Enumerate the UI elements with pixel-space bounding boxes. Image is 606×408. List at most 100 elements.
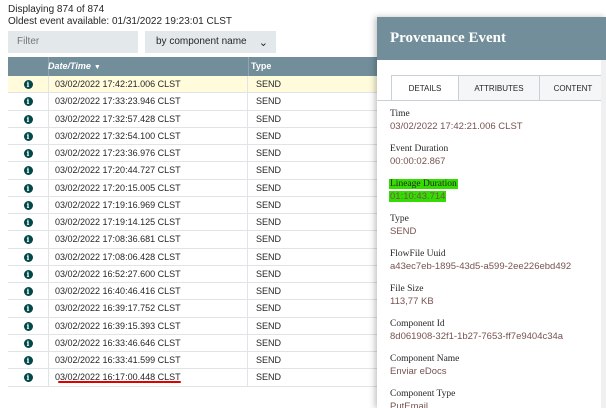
- detail-value: 01:10:43.714: [389, 191, 447, 202]
- info-icon-cell[interactable]: i: [8, 93, 48, 109]
- info-icon-cell[interactable]: i: [8, 352, 48, 368]
- cell-type: SEND: [256, 130, 282, 141]
- detail-value: 113,77 KB: [390, 296, 434, 307]
- info-icon-cell[interactable]: i: [8, 369, 48, 385]
- cell-type: SEND: [256, 199, 282, 210]
- cell-date: 03/02/2022 16:39:17.752 CLST: [48, 300, 248, 317]
- table-row[interactable]: i 03/02/2022 17:42:21.006 CLST SEND: [8, 76, 408, 94]
- cell-type: SEND: [256, 337, 282, 348]
- detail-value: PutEmail: [390, 401, 429, 408]
- cell-date: 03/02/2022 17:42:21.006 CLST: [48, 76, 248, 93]
- cell-type: SEND: [256, 113, 282, 124]
- detail-value: Enviar eDocs: [390, 366, 447, 377]
- info-icon[interactable]: i: [23, 149, 33, 158]
- dialog-scrollbar[interactable]: [601, 60, 606, 408]
- table-row[interactable]: i 03/02/2022 17:19:16.969 CLST SEND: [8, 196, 408, 214]
- info-icon-cell[interactable]: i: [8, 128, 48, 144]
- info-icon[interactable]: i: [23, 235, 33, 245]
- info-icon-cell[interactable]: i: [8, 180, 48, 196]
- info-icon-cell[interactable]: i: [8, 162, 48, 178]
- info-icon[interactable]: i: [23, 252, 33, 262]
- info-icon[interactable]: i: [23, 304, 33, 314]
- table-row[interactable]: i 03/02/2022 17:20:44.727 CLST SEND: [8, 162, 408, 180]
- table-row[interactable]: i 03/02/2022 17:32:54.100 CLST SEND: [8, 127, 408, 145]
- table-row[interactable]: i 03/02/2022 16:39:17.752 CLST SEND: [8, 300, 408, 318]
- detail-value: a43ec7eb-1895-43d5-a599-2ee226ebd492: [390, 261, 572, 272]
- tab-content[interactable]: CONTENT: [539, 75, 606, 101]
- info-icon[interactable]: i: [23, 183, 33, 193]
- detail-label: FlowFile Uuid: [390, 249, 446, 259]
- table-row[interactable]: i 03/02/2022 16:39:15.393 CLST SEND: [8, 317, 408, 335]
- info-icon[interactable]: i: [23, 356, 33, 365]
- info-icon[interactable]: i: [23, 200, 33, 210]
- info-icon-cell[interactable]: i: [8, 249, 48, 265]
- info-icon-cell[interactable]: i: [8, 76, 48, 92]
- detail-value: 8d061908-32f1-1b27-7653-ff7e9404c34a: [390, 331, 564, 342]
- table-row[interactable]: i 03/02/2022 17:08:36.681 CLST SEND: [8, 231, 408, 249]
- column-header-date-label: Date/Time: [48, 61, 91, 71]
- info-icon[interactable]: i: [23, 269, 33, 279]
- detail-label: Time: [390, 109, 410, 119]
- detail-label: File Size: [390, 284, 424, 294]
- cell-type: SEND: [256, 251, 282, 262]
- cell-date: 03/02/2022 17:19:14.125 CLST: [48, 214, 248, 231]
- table-row[interactable]: i 03/02/2022 16:40:46.416 CLST SEND: [8, 283, 408, 301]
- table-row[interactable]: i 03/02/2022 16:17:00.448 CLST SEND: [8, 369, 408, 387]
- detail-label: Lineage Duration: [389, 179, 458, 189]
- filter-bar: by component name ⌄: [8, 31, 276, 53]
- table-header: Date/Time ▼ Type: [8, 57, 408, 76]
- chevron-down-icon: ⌄: [258, 37, 268, 49]
- info-icon[interactable]: i: [23, 131, 33, 141]
- info-icon[interactable]: i: [23, 287, 33, 296]
- info-icon[interactable]: i: [23, 114, 33, 124]
- tab-attributes[interactable]: ATTRIBUTES: [458, 75, 540, 101]
- filter-input[interactable]: [8, 31, 138, 53]
- info-icon-cell[interactable]: i: [8, 283, 48, 299]
- info-icon[interactable]: i: [23, 373, 33, 383]
- info-icon[interactable]: i: [23, 97, 33, 107]
- cell-date: 03/02/2022 17:23:36.976 CLST: [48, 145, 248, 162]
- info-icon[interactable]: i: [23, 338, 33, 348]
- detail-label: Event Duration: [390, 144, 449, 154]
- detail-value: SEND: [390, 226, 417, 237]
- info-icon-cell[interactable]: i: [8, 214, 48, 230]
- filter-by-select[interactable]: by component name ⌄: [145, 31, 276, 53]
- cell-type: SEND: [256, 182, 282, 193]
- info-icon[interactable]: i: [23, 80, 33, 89]
- info-icon[interactable]: i: [23, 166, 33, 176]
- cell-date: 03/02/2022 16:33:46.646 CLST: [48, 334, 248, 351]
- cell-type: SEND: [256, 148, 282, 158]
- info-icon-cell[interactable]: i: [8, 111, 48, 127]
- cell-type: SEND: [256, 268, 282, 279]
- info-icon-cell[interactable]: i: [8, 266, 48, 282]
- tab-details[interactable]: DETAILS: [391, 75, 459, 101]
- detail-field: Component Id 8d061908-32f1-1b27-7653-ff7e…: [390, 315, 604, 350]
- info-icon-cell[interactable]: i: [8, 197, 48, 213]
- table-row[interactable]: i 03/02/2022 17:32:57.428 CLST SEND: [8, 110, 408, 128]
- detail-field: Type SEND: [390, 210, 604, 245]
- info-icon[interactable]: i: [23, 321, 33, 331]
- dialog-tabs: DETAILS ATTRIBUTES CONTENT: [391, 75, 606, 101]
- cell-date: 03/02/2022 17:08:06.428 CLST: [48, 248, 248, 265]
- detail-field: Time 03/02/2022 17:42:21.006 CLST: [390, 105, 604, 140]
- column-header-date[interactable]: Date/Time ▼: [48, 61, 101, 71]
- table-row[interactable]: i 03/02/2022 17:23:36.976 CLST SEND: [8, 145, 408, 163]
- table-row[interactable]: i 03/02/2022 17:20:15.005 CLST SEND: [8, 179, 408, 197]
- info-icon-cell[interactable]: i: [8, 145, 48, 161]
- details-fields: Time 03/02/2022 17:42:21.006 CLST Event Du…: [389, 105, 604, 408]
- column-header-type[interactable]: Type: [251, 61, 271, 71]
- table-row[interactable]: i 03/02/2022 17:08:06.428 CLST SEND: [8, 248, 408, 266]
- table-row[interactable]: i 03/02/2022 16:33:46.646 CLST SEND: [8, 334, 408, 352]
- table-row[interactable]: i 03/02/2022 16:52:27.600 CLST SEND: [8, 265, 408, 283]
- info-icon-cell[interactable]: i: [8, 318, 48, 334]
- info-icon-cell[interactable]: i: [8, 231, 48, 247]
- info-icon-cell[interactable]: i: [8, 300, 48, 316]
- table-row[interactable]: i 03/02/2022 17:19:14.125 CLST SEND: [8, 214, 408, 232]
- info-icon[interactable]: i: [23, 218, 33, 227]
- table-row[interactable]: i 03/02/2022 16:33:41.599 CLST SEND: [8, 352, 408, 370]
- table-row[interactable]: i 03/02/2022 17:33:23.946 CLST SEND: [8, 93, 408, 111]
- cell-type: SEND: [256, 286, 282, 296]
- cell-date: 03/02/2022 16:33:41.599 CLST: [48, 352, 248, 369]
- detail-value: 03/02/2022 17:42:21.006 CLST: [390, 121, 523, 132]
- info-icon-cell[interactable]: i: [8, 335, 48, 351]
